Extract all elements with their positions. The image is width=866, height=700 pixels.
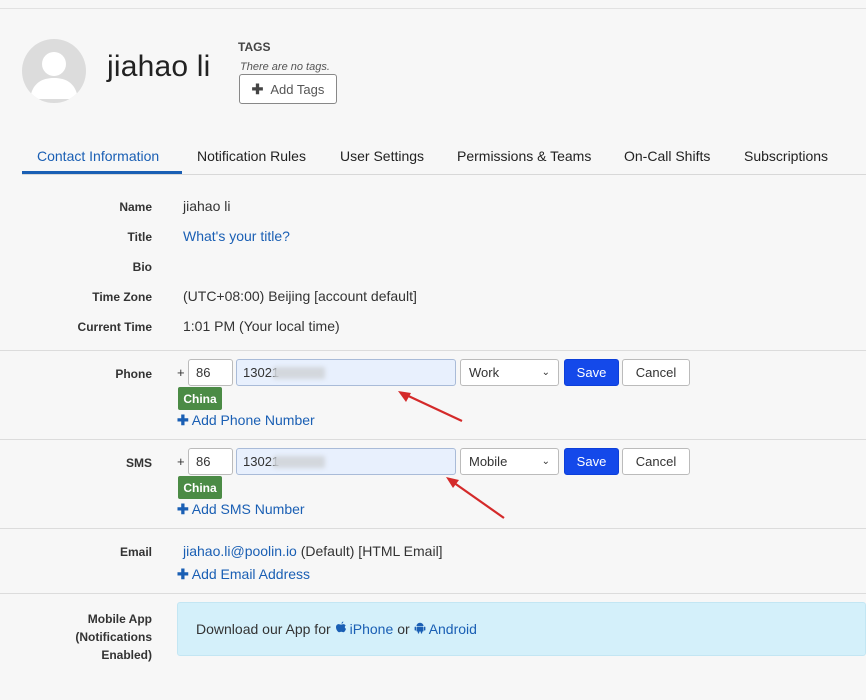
tab-notification-rules[interactable]: Notification Rules bbox=[197, 148, 306, 164]
user-silhouette-icon bbox=[30, 52, 78, 99]
add-sms-number-link[interactable]: ✚ Add SMS Number bbox=[177, 501, 305, 518]
mobile-app-banner: Download our App for iPhone or Android bbox=[177, 602, 866, 656]
bio-label: Bio bbox=[132, 260, 152, 274]
section-divider bbox=[0, 439, 866, 440]
phone-country-code-input[interactable] bbox=[188, 359, 233, 386]
user-name: jiahao li bbox=[107, 50, 211, 83]
sms-country-badge: China bbox=[178, 476, 222, 499]
title-label: Title bbox=[127, 230, 152, 244]
plus-icon: ✚ bbox=[251, 80, 264, 97]
chevron-down-icon: ⌄ bbox=[541, 456, 550, 467]
name-label: Name bbox=[119, 200, 152, 214]
tab-on-call-shifts[interactable]: On-Call Shifts bbox=[624, 148, 710, 164]
name-value: jiahao li bbox=[183, 198, 231, 214]
add-tags-button[interactable]: ✚ Add Tags bbox=[239, 74, 337, 104]
phone-country-badge: China bbox=[178, 387, 222, 410]
tab-user-settings[interactable]: User Settings bbox=[340, 148, 424, 164]
phone-cancel-button[interactable]: Cancel bbox=[622, 359, 690, 386]
mobile-app-label-line2: (Notifications bbox=[75, 630, 152, 644]
section-divider bbox=[0, 350, 866, 351]
iphone-link[interactable]: iPhone bbox=[350, 621, 394, 637]
mobile-app-label-line1: Mobile App bbox=[87, 612, 152, 626]
sms-country-code-input[interactable] bbox=[188, 448, 233, 475]
timezone-value: (UTC+08:00) Beijing [account default] bbox=[183, 288, 417, 304]
plus-icon: ✚ bbox=[177, 412, 189, 428]
android-link[interactable]: Android bbox=[429, 621, 477, 637]
tab-permissions-teams[interactable]: Permissions & Teams bbox=[457, 148, 591, 164]
sms-number-input[interactable] bbox=[236, 448, 456, 475]
or-text: or bbox=[397, 621, 410, 637]
redacted-digits bbox=[273, 367, 325, 379]
sms-cancel-button[interactable]: Cancel bbox=[622, 448, 690, 475]
sms-type-value: Mobile bbox=[469, 454, 508, 469]
sms-label: SMS bbox=[125, 456, 152, 470]
tags-empty-text: There are no tags. bbox=[240, 61, 330, 73]
sms-save-button[interactable]: Save bbox=[564, 448, 619, 475]
email-label: Email bbox=[119, 545, 152, 559]
annotation-arrow bbox=[398, 391, 463, 422]
top-divider bbox=[0, 8, 866, 9]
active-tab-indicator bbox=[22, 171, 182, 174]
add-phone-number-link[interactable]: ✚ Add Phone Number bbox=[177, 412, 315, 429]
android-icon bbox=[414, 621, 426, 637]
add-phone-number-label: Add Phone Number bbox=[191, 412, 315, 428]
section-divider bbox=[0, 593, 866, 594]
email-suffix: (Default) [HTML Email] bbox=[300, 543, 443, 559]
phone-type-value: Work bbox=[469, 365, 500, 380]
phone-number-input[interactable] bbox=[236, 359, 456, 386]
phone-save-button[interactable]: Save bbox=[564, 359, 619, 386]
current-time-value: 1:01 PM (Your local time) bbox=[183, 318, 340, 334]
email-address-link[interactable]: jiahao.li@poolin.io bbox=[183, 543, 297, 559]
plus-icon: ✚ bbox=[177, 566, 189, 582]
redacted-digits bbox=[273, 456, 325, 468]
tab-contact-information[interactable]: Contact Information bbox=[37, 148, 159, 164]
email-value: jiahao.li@poolin.io (Default) [HTML Emai… bbox=[183, 543, 443, 559]
plus-icon: ✚ bbox=[177, 501, 189, 517]
phone-type-select[interactable]: Work ⌄ bbox=[460, 359, 559, 386]
add-sms-number-label: Add SMS Number bbox=[191, 501, 305, 517]
timezone-label: Time Zone bbox=[92, 290, 152, 304]
mobile-app-label: Mobile App (Notifications Enabled) bbox=[0, 610, 152, 664]
mobile-app-label-line3: Enabled) bbox=[101, 648, 152, 662]
chevron-down-icon: ⌄ bbox=[541, 367, 550, 378]
apple-icon bbox=[335, 621, 347, 637]
tags-heading: TAGS bbox=[238, 40, 271, 54]
mobile-app-text: Download our App for bbox=[196, 621, 331, 637]
sms-type-select[interactable]: Mobile ⌄ bbox=[460, 448, 559, 475]
current-time-label: Current Time bbox=[77, 320, 152, 334]
title-link[interactable]: What's your title? bbox=[183, 228, 290, 244]
add-email-address-label: Add Email Address bbox=[191, 566, 311, 582]
annotation-arrow bbox=[446, 477, 505, 519]
sms-plus-sign: + bbox=[177, 454, 185, 469]
profile-tabs: Contact Information Notification Rules U… bbox=[22, 140, 866, 175]
phone-label: Phone bbox=[115, 367, 152, 381]
add-email-address-link[interactable]: ✚ Add Email Address bbox=[177, 566, 310, 583]
add-tags-label: Add Tags bbox=[270, 81, 325, 97]
tab-subscriptions[interactable]: Subscriptions bbox=[744, 148, 828, 164]
section-divider bbox=[0, 528, 866, 529]
avatar bbox=[22, 39, 86, 103]
phone-plus-sign: + bbox=[177, 365, 185, 380]
